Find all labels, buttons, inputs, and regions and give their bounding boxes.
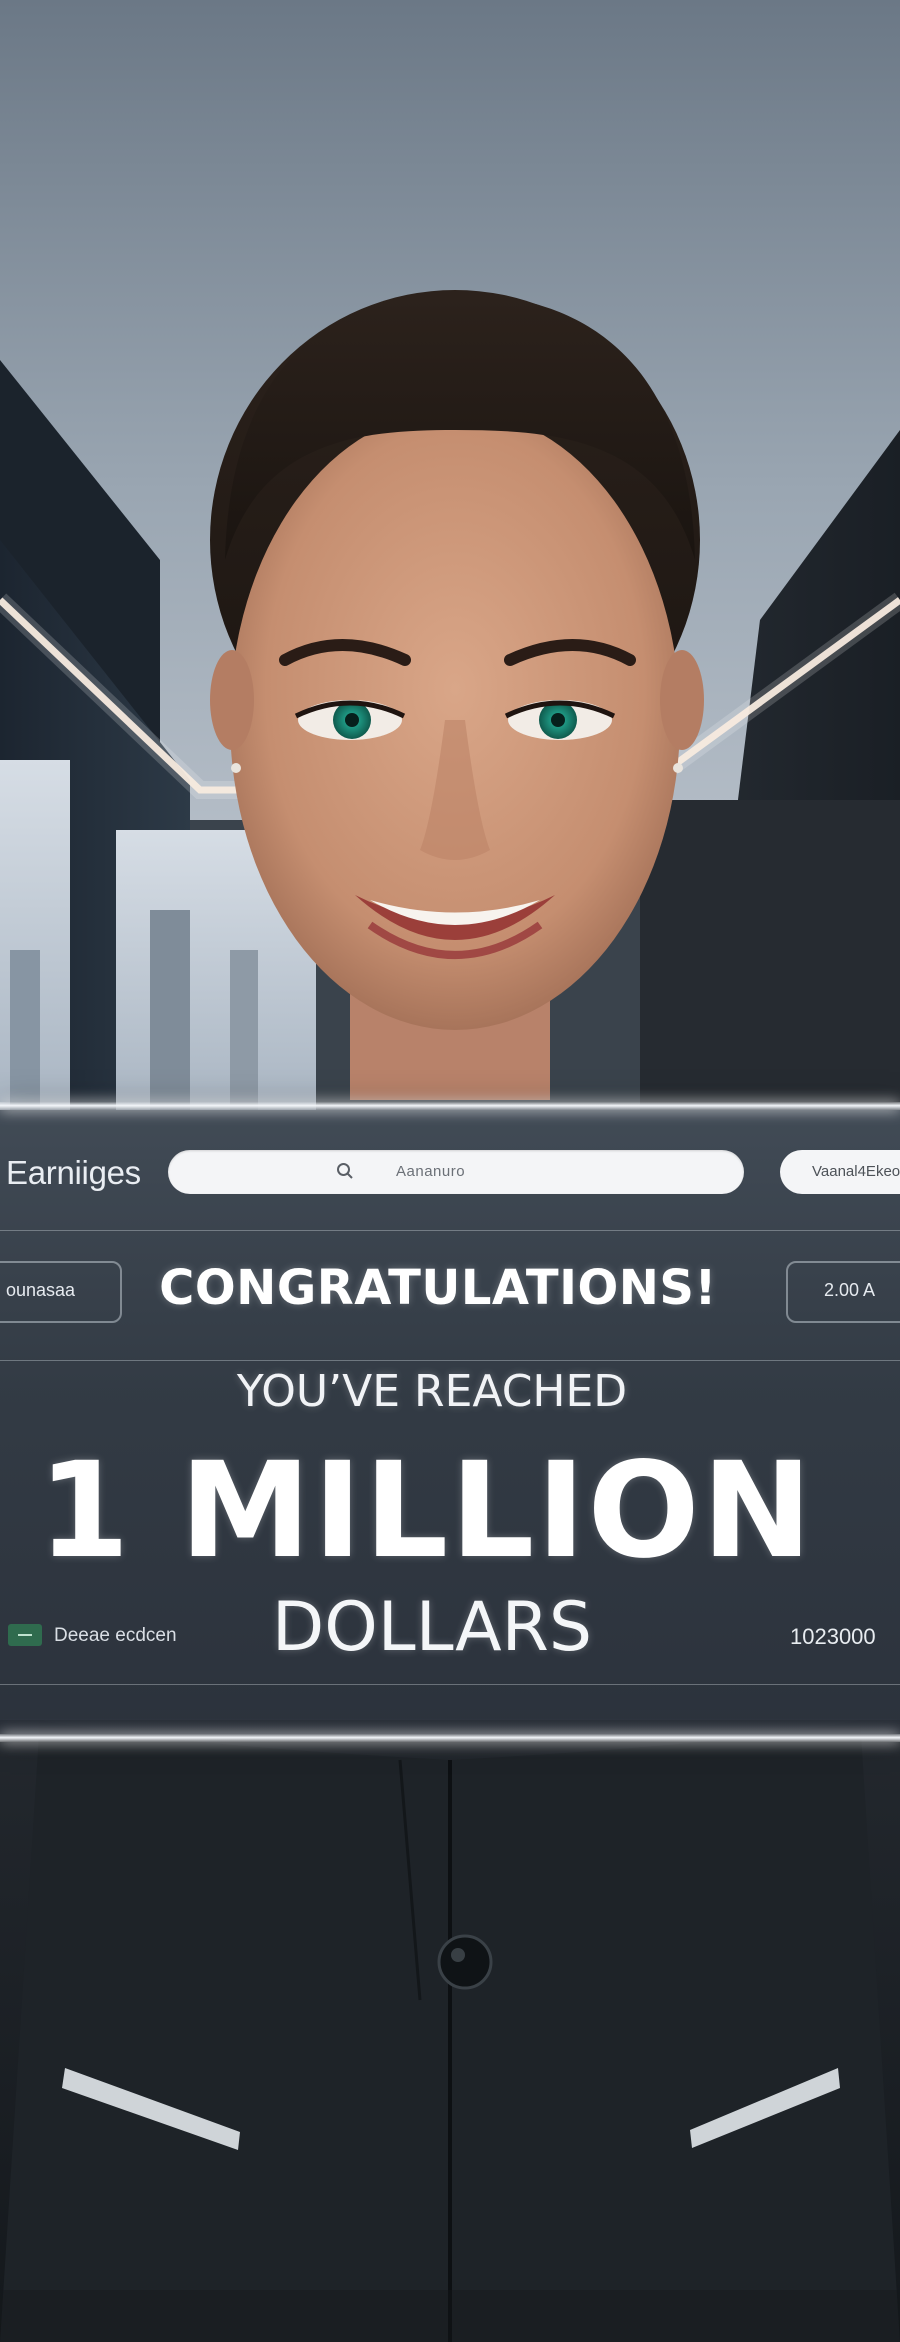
photo-scene: Earniiges Aananuro Vaanal4Ekeo ounasaa 2…	[0, 0, 900, 2342]
bottom-left-label: Deeae ecdcen	[54, 1625, 177, 1646]
bottom-right-value: 1023000	[790, 1624, 876, 1649]
headline-reached: YOU’VE REACHED	[236, 1366, 628, 1417]
panel-bottom-glow	[0, 1734, 900, 1742]
search-bar[interactable]: Aananuro	[168, 1150, 744, 1194]
top-right-button[interactable]: Vaanal4Ekeo	[780, 1150, 900, 1194]
divider	[0, 1230, 900, 1231]
divider	[0, 1360, 900, 1361]
divider	[0, 1684, 900, 1685]
headline-congratulations: CONGRATULATIONS!	[159, 1260, 717, 1316]
headline-million: 1 MILLION	[37, 1434, 815, 1588]
earnings-panel: Earniiges Aananuro Vaanal4Ekeo ounasaa 2…	[0, 1102, 900, 1742]
search-placeholder: Aananuro	[396, 1163, 466, 1180]
money-chip-icon	[8, 1624, 42, 1646]
brand-title: Earniiges	[6, 1154, 141, 1191]
search-icon	[337, 1163, 353, 1179]
panel-top-glow	[0, 1102, 900, 1110]
panel-topbar: Earniiges Aananuro Vaanal4Ekeo	[0, 1142, 900, 1202]
top-right-button-label: Vaanal4Ekeo	[812, 1163, 900, 1180]
